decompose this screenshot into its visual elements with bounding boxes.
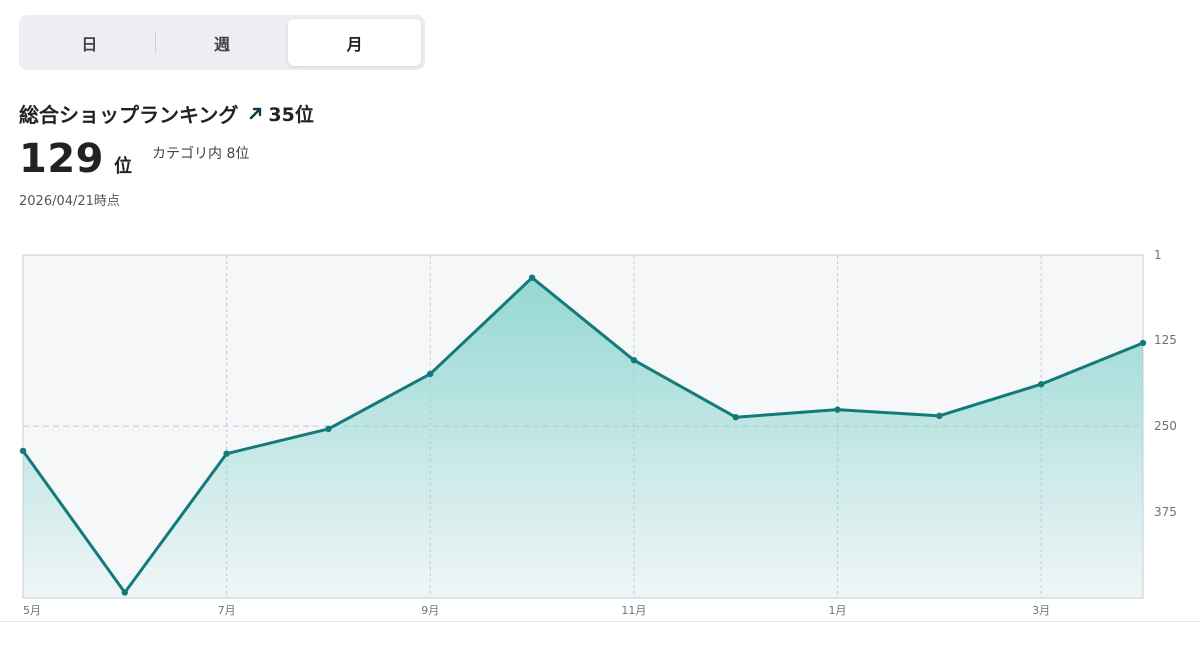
ranking-header: 総合ショップランキング 35位 bbox=[19, 98, 314, 128]
y-tick-label: 125 bbox=[1154, 333, 1177, 347]
data-point bbox=[936, 412, 943, 420]
y-tick-label: 250 bbox=[1154, 419, 1177, 433]
divider bbox=[0, 621, 1200, 622]
data-point bbox=[1139, 339, 1147, 347]
data-point bbox=[528, 274, 536, 281]
x-tick-label: 9月 bbox=[421, 604, 439, 617]
rank-value: 129 bbox=[19, 136, 104, 182]
x-tick-label: 3月 bbox=[1032, 604, 1050, 617]
data-point bbox=[19, 447, 27, 455]
data-point bbox=[223, 450, 230, 457]
arrow-up-right-icon bbox=[250, 107, 262, 120]
data-point bbox=[325, 425, 332, 433]
data-point bbox=[1037, 381, 1045, 388]
data-point bbox=[121, 589, 129, 596]
tab-day[interactable]: 日 bbox=[23, 19, 156, 66]
x-tick-label: 5月 bbox=[23, 604, 41, 617]
current-rank: 129 位 カテゴリ内 8位 bbox=[19, 136, 249, 182]
ranking-title: 総合ショップランキング bbox=[19, 102, 239, 127]
as-of-date: 2026/04/21時点 bbox=[19, 194, 120, 209]
data-point bbox=[427, 370, 434, 378]
rank-change-value: 35位 bbox=[268, 103, 314, 126]
data-point bbox=[630, 356, 638, 364]
tab-month[interactable]: 月 bbox=[288, 19, 422, 66]
period-tabs: 日 週 月 bbox=[19, 15, 425, 70]
rank-change: 35位 bbox=[248, 100, 314, 127]
x-tick-label: 1月 bbox=[829, 604, 847, 617]
rank-unit: 位 bbox=[114, 156, 132, 177]
y-tick-label: 1 bbox=[1154, 248, 1162, 262]
category-rank: カテゴリ内 8位 bbox=[152, 146, 250, 162]
data-point bbox=[732, 414, 739, 421]
x-tick-label: 7月 bbox=[218, 604, 236, 617]
ranking-chart: 1 125 250 375 5月 7月 9月 11月 1月 3月 bbox=[19, 248, 1177, 617]
data-point bbox=[834, 406, 841, 413]
x-tick-label: 11月 bbox=[621, 604, 646, 617]
tab-week[interactable]: 週 bbox=[156, 19, 289, 66]
y-tick-label: 375 bbox=[1154, 505, 1177, 519]
